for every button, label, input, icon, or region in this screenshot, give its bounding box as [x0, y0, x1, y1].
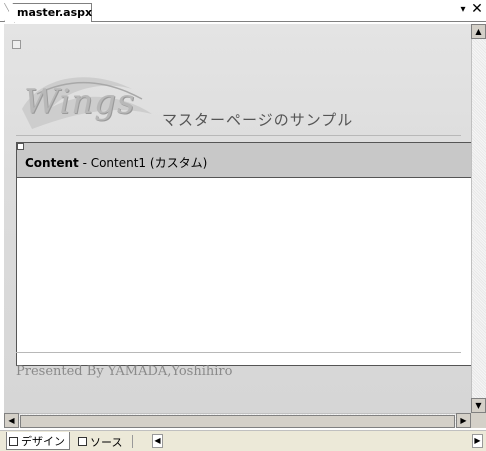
header-divider	[16, 135, 461, 136]
tab-source-label: ソース	[90, 435, 123, 449]
scroll-down-button[interactable]: ▼	[471, 398, 486, 413]
scrollbar-corner	[471, 413, 486, 428]
content-label-rest: - Content1 (カスタム)	[78, 156, 208, 170]
content-placeholder[interactable]: Content - Content1 (カスタム)	[16, 142, 471, 366]
scroll-up-button[interactable]: ▲	[471, 24, 486, 39]
master-glyph-icon	[12, 40, 21, 49]
close-icon[interactable]: ✕	[470, 1, 484, 17]
bottom-separator	[132, 435, 133, 448]
document-tab-strip: master.aspx ▾ ✕	[0, 0, 486, 23]
scroll-left-button[interactable]: ◀	[4, 413, 19, 428]
horizontal-scroll-thumb[interactable]	[20, 415, 455, 428]
view-switch-bar: デザイン ソース ◀ ▶	[0, 430, 486, 451]
vertical-scrollbar[interactable]: ▲ ▼	[471, 24, 486, 413]
design-view-icon	[9, 436, 18, 446]
footer-divider	[16, 352, 461, 353]
tag-nav-right-button[interactable]: ▶	[472, 434, 483, 448]
tab-design-view[interactable]: デザイン	[6, 432, 70, 450]
tab-source-view[interactable]: ソース	[76, 432, 126, 450]
content-placeholder-label: Content - Content1 (カスタム)	[25, 154, 207, 171]
scroll-right-button[interactable]: ▶	[456, 413, 471, 428]
content-placeholder-header: Content - Content1 (カスタム)	[17, 143, 471, 178]
design-surface[interactable]: Wings マスターページのサンプル Content - Content1 (カ…	[4, 24, 471, 413]
page-title: マスターページのサンプル	[162, 111, 354, 129]
tag-nav-left-button[interactable]: ◀	[152, 434, 163, 448]
tab-design-label: デザイン	[21, 435, 65, 448]
footer-text: Presented By YAMADA,Yoshihiro	[16, 364, 233, 379]
tab-master-aspx[interactable]: master.aspx	[4, 3, 92, 22]
horizontal-scrollbar[interactable]: ◀ ▶	[4, 413, 471, 428]
dropdown-icon[interactable]: ▾	[456, 2, 470, 18]
source-view-icon	[78, 437, 87, 446]
placeholder-corner-icon	[17, 143, 24, 150]
content-label-bold: Content	[25, 156, 79, 170]
wings-logo: Wings	[24, 82, 136, 122]
